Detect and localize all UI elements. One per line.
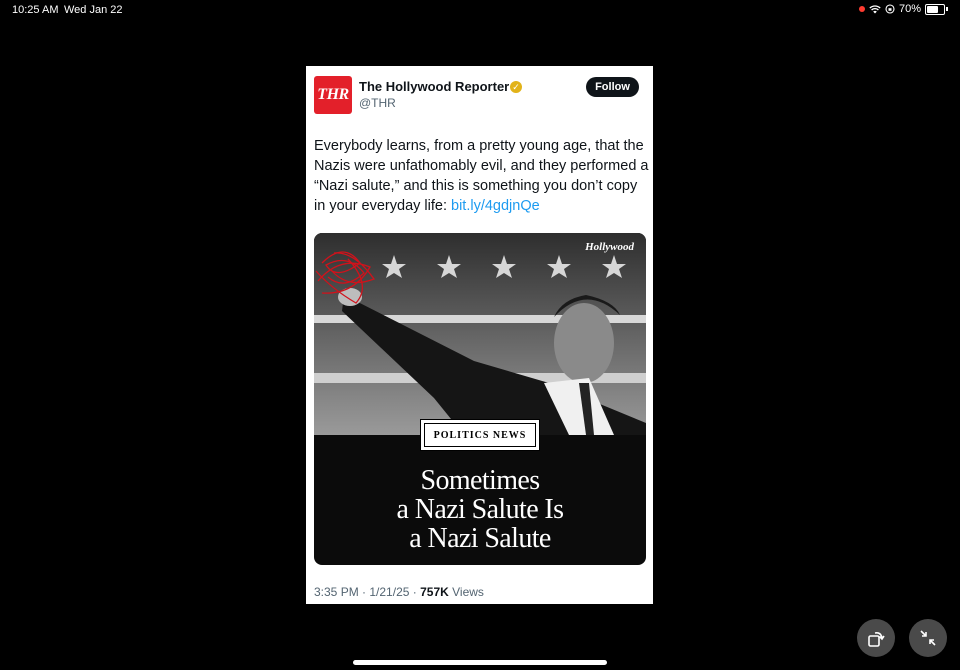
headline-line-1: Sometimes [420,465,540,496]
battery-tip [946,7,948,11]
rotate-button[interactable] [857,619,895,657]
headline-line-2: a Nazi Salute Is [396,494,564,525]
views-label: Views [452,585,484,599]
tweet-media[interactable]: Hollywood POLITICS NEWS Sometimes a Nazi… [314,233,646,565]
views-count: 757K [420,585,449,599]
recording-dot-icon [858,6,865,12]
tweet-date[interactable]: 1/21/25 [369,585,409,599]
rotate-icon [868,632,885,647]
minimize-icon [920,630,936,646]
tweet-link[interactable]: bit.ly/4gdjnQe [451,198,540,214]
status-indicators: 70% [858,3,948,15]
minimize-button[interactable] [909,619,947,657]
tweet-card[interactable]: THR The Hollywood Reporter ✓ @THR Follow… [306,66,653,604]
tweet-meta: 3:35 PM · 1/21/25 · 757K Views [314,585,484,599]
author-handle[interactable]: @THR [359,96,396,110]
category-badge: POLITICS NEWS [420,419,540,451]
status-bar: 10:25 AM Wed Jan 22 70% [0,0,960,20]
tweet-text: Everybody learns, from a pretty young ag… [314,136,649,216]
tweet-time[interactable]: 3:35 PM [314,585,359,599]
status-time: 10:25 AM [12,4,59,16]
status-date: Wed Jan 22 [64,4,123,16]
home-indicator[interactable] [353,660,607,665]
headline-line-3: a Nazi Salute [409,523,551,554]
author-name[interactable]: The Hollywood Reporter [359,79,509,94]
news-photo [314,233,646,435]
wifi-icon [869,4,881,13]
avatar[interactable]: THR [314,76,352,114]
battery-icon [925,3,945,15]
follow-button[interactable]: Follow [586,77,639,97]
orientation-lock-icon [885,4,895,14]
publication-logo: Hollywood [585,241,634,253]
verified-badge-icon: ✓ [510,81,522,93]
avatar-logo-text: THR [317,86,349,103]
battery-percent: 70% [898,3,921,15]
